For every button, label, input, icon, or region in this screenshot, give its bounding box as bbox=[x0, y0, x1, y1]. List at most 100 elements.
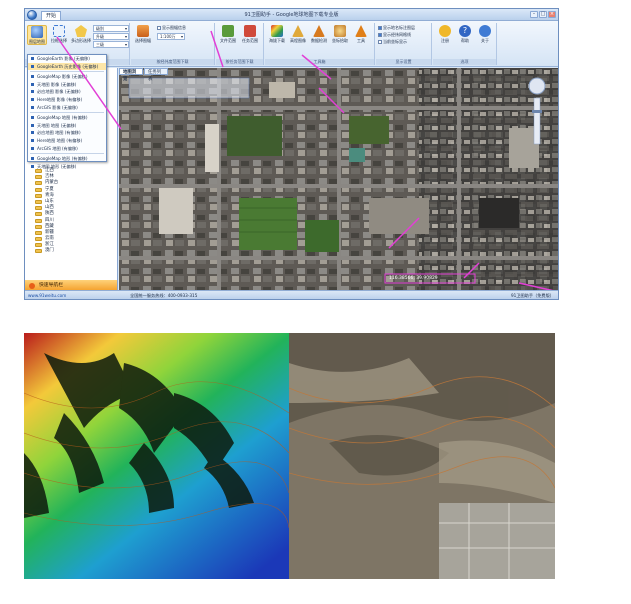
task-range-button[interactable]: 任务范围 bbox=[240, 25, 260, 43]
layer-menu-label: GoogleEarth 影像 (无偏移) bbox=[37, 56, 90, 61]
globe-icon bbox=[31, 26, 43, 38]
rect-select-button[interactable]: 拉框选择 bbox=[49, 25, 69, 43]
layer-menu-item[interactable]: Here地图 地图 (有偏移) bbox=[28, 137, 106, 145]
layer-menu-label: 必应地图 地图 (有偏移) bbox=[37, 130, 81, 136]
layer-menu-label: ArcGIS 地图 (有偏移) bbox=[37, 145, 78, 151]
layer-menu-item[interactable]: ArcGIS 影像 (无偏移) bbox=[28, 104, 106, 112]
layer-bullet-icon bbox=[31, 116, 34, 120]
layer-bullet-icon bbox=[31, 123, 34, 127]
layer-menu-item[interactable]: 必应地图 地图 (有偏移) bbox=[28, 129, 106, 137]
file-range-button[interactable]: 文件范围 bbox=[218, 25, 238, 43]
tree-item-label: 青海 bbox=[45, 192, 54, 198]
data-check-button[interactable]: 数据检测 bbox=[309, 25, 329, 43]
about-button[interactable]: 关于 bbox=[475, 25, 495, 43]
layer-menu-item[interactable]: GoogleMap 地形 (有偏移) bbox=[28, 155, 106, 163]
folder-icon bbox=[35, 193, 42, 198]
layer-menu-item[interactable]: 必应地图 影像 (无偏移) bbox=[28, 88, 106, 96]
show-overlay-check[interactable]: 显示地名标注图层 bbox=[378, 25, 415, 31]
tree-item[interactable]: 澳门 bbox=[29, 248, 117, 254]
tools-label: 工具 bbox=[357, 38, 365, 43]
layer-menu-item[interactable]: GoogleMap 影像 (无偏移) bbox=[28, 73, 106, 81]
layer-menu-item[interactable]: GoogleEarth 影像 (无偏移) bbox=[28, 55, 106, 63]
layer-menu-label: ArcGIS 影像 (无偏移) bbox=[37, 104, 78, 110]
layer-bullet-icon bbox=[31, 131, 34, 135]
satellite-terrain-image bbox=[289, 333, 555, 579]
show-map-info-check[interactable]: 显示图幅信息 bbox=[157, 25, 186, 31]
minimize-button[interactable]: – bbox=[530, 11, 538, 18]
ribbon-group-tools: 海拔下载 高程图像 数据检测 坐标拾取 工具 工具箱 bbox=[265, 23, 375, 65]
title-bar: 开始 91卫图助手 - Google地球地图下载专业版 – □ × bbox=[25, 9, 558, 21]
folder-icon bbox=[35, 181, 42, 186]
ribbon-group-label: 选项 bbox=[433, 59, 496, 65]
show-grid-check[interactable]: 显示经纬网格线 bbox=[378, 32, 411, 38]
polygon-select-label: 多边形选择 bbox=[71, 38, 91, 43]
layer-menu-item[interactable]: ArcGIS 地图 (有偏移) bbox=[28, 145, 106, 153]
layer-bullet-icon bbox=[31, 82, 34, 86]
close-button[interactable]: × bbox=[548, 11, 556, 18]
upgrade-combo[interactable]: 升级 bbox=[93, 33, 129, 40]
menu-separator bbox=[30, 153, 104, 155]
key-icon bbox=[439, 25, 451, 37]
scale-combo[interactable]: 1:100万 bbox=[157, 33, 185, 40]
layer-bullet-icon bbox=[31, 64, 34, 68]
maximize-button[interactable]: □ bbox=[539, 11, 547, 18]
dem-image-icon bbox=[292, 25, 304, 37]
ribbon-group-display: 显示地名标注图层 显示经纬网格线 当前坐标显示 显示设置 bbox=[376, 23, 432, 65]
tools-button[interactable]: 工具 bbox=[351, 25, 371, 43]
file-range-icon bbox=[222, 25, 234, 37]
ribbon-group-options: 注册 ? 帮助 关于 选项 bbox=[433, 23, 497, 65]
register-label: 注册 bbox=[441, 38, 449, 43]
rect-select-icon bbox=[53, 25, 65, 37]
folder-icon bbox=[35, 212, 42, 217]
tier-combo[interactable]: 三级 bbox=[93, 41, 129, 48]
layer-bullet-icon bbox=[31, 97, 34, 101]
layer-bullet-icon bbox=[31, 57, 34, 60]
tree-item-label: 陕西 bbox=[45, 211, 54, 217]
website-link[interactable]: www.91weitu.com bbox=[28, 291, 66, 299]
ribbon-group-task: 文件范围 任务范围 按任务范围下载 bbox=[216, 23, 264, 65]
layer-menu-item[interactable]: GoogleMap 地图 (有偏移) bbox=[28, 114, 106, 122]
layer-menu-item[interactable]: 天地图 地图 (无偏移) bbox=[28, 122, 106, 130]
elevation-rendering bbox=[24, 333, 289, 579]
layer-map-button[interactable]: 图层地图 bbox=[27, 25, 47, 45]
region-tree: 江西 吉林 内蒙古 宁夏 青海 山东 山西 陕西 四川 西藏 新疆 云南 浙江 澳门 bbox=[29, 168, 117, 255]
app-window: 开始 91卫图助手 - Google地球地图下载专业版 – □ × 图层地图 拉… bbox=[24, 8, 559, 300]
task-range-icon bbox=[244, 25, 256, 37]
coord-pick-button[interactable]: 坐标拾取 bbox=[330, 25, 350, 43]
polygon-select-icon bbox=[75, 25, 87, 37]
folder-icon bbox=[35, 224, 42, 229]
coord-pick-label: 坐标拾取 bbox=[332, 38, 348, 43]
layer-bullet-icon bbox=[31, 90, 34, 94]
register-button[interactable]: 注册 bbox=[435, 25, 455, 43]
layer-menu-item[interactable]: 天地图 影像 (无偏移) bbox=[28, 81, 106, 89]
data-check-icon bbox=[313, 25, 325, 37]
tab-task-list[interactable]: 任务列表 bbox=[144, 68, 168, 82]
layer-menu-item[interactable]: 天地图 地形 (无偏移) bbox=[28, 163, 106, 171]
polygon-select-button[interactable]: 多边形选择 bbox=[71, 25, 91, 43]
coord-pick-icon bbox=[334, 25, 346, 37]
layer-menu-label: GoogleMap 影像 (无偏移) bbox=[37, 74, 88, 80]
satellite-imagery bbox=[119, 68, 558, 292]
tree-item-label: 浙江 bbox=[45, 242, 54, 248]
menu-separator bbox=[30, 112, 104, 114]
layer-menu-item[interactable]: Here地图 影像 (有偏移) bbox=[28, 96, 106, 104]
tools-icon bbox=[355, 25, 367, 37]
select-sheet-button[interactable]: 选择图幅 bbox=[133, 25, 153, 43]
folder-icon bbox=[35, 187, 42, 192]
show-coords-check[interactable]: 当前坐标显示 bbox=[378, 39, 407, 45]
layer-bullet-icon bbox=[31, 105, 34, 109]
level-combo[interactable]: 级别 bbox=[93, 25, 129, 32]
ribbon-group-label: 按任务范围下载 bbox=[216, 59, 263, 65]
elevation-download-button[interactable]: 海拔下载 bbox=[267, 25, 287, 43]
tree-item-label: 吉林 bbox=[45, 174, 54, 180]
satellite-map[interactable]: 116.38566, 39.90829 bbox=[119, 68, 558, 292]
about-label: 关于 bbox=[481, 38, 489, 43]
terrain-photo bbox=[289, 333, 555, 579]
elevation-download-label: 海拔下载 bbox=[269, 38, 285, 43]
help-button[interactable]: ? 帮助 bbox=[455, 25, 475, 43]
dem-image-button[interactable]: 高程图像 bbox=[288, 25, 308, 43]
layer-menu-label: GoogleEarth 历史影像 (无偏移) bbox=[37, 63, 99, 69]
tab-map-browse[interactable]: 地图浏览 bbox=[119, 68, 143, 82]
layer-menu-item[interactable]: GoogleEarth 历史影像 (无偏移) bbox=[28, 62, 106, 71]
layer-menu-label: 天地图 地形 (无偏移) bbox=[37, 163, 77, 169]
